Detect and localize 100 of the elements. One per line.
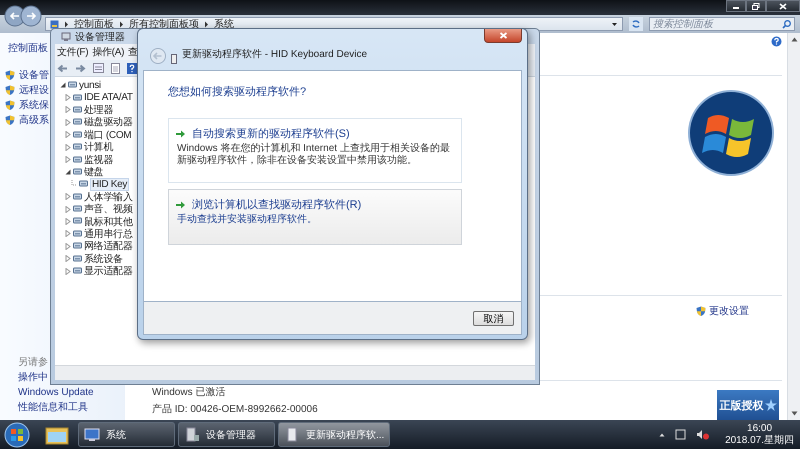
collapsed-arrow-icon[interactable] [65,206,71,213]
nav-link[interactable]: 远程设 [19,82,49,96]
minimize-button[interactable] [726,0,746,12]
chevron-icon [204,20,209,28]
folder-icon[interactable] [45,424,69,444]
device-icon [73,156,82,164]
taskbar-button[interactable]: 系统 [78,422,175,447]
collapsed-arrow-icon[interactable] [65,242,71,250]
collapsed-arrow-icon[interactable] [65,131,71,138]
computer-icon [68,81,77,90]
dropdown-caret-icon [611,22,618,26]
back-arrow-icon[interactable] [57,64,68,72]
device-icon [73,242,82,250]
menu-item[interactable]: 文件(F) [57,45,88,59]
taskbar-button[interactable]: 设备管理器 [178,422,275,447]
window-title: 设备管理器 [75,30,125,44]
back-button-icon[interactable] [150,48,166,64]
tree-item[interactable]: 通用串行总 [84,226,133,241]
device-icon [73,254,82,263]
collapsed-arrow-icon[interactable] [65,268,71,275]
device-icon [73,118,82,126]
tree-item[interactable]: yunsi [79,80,101,91]
nav-link[interactable]: Windows Update [18,385,94,400]
tree-item[interactable]: HID Key [90,178,130,191]
nav-link[interactable]: 设备管 [19,68,49,82]
properties-icon[interactable] [93,63,104,73]
tree-item[interactable]: 人体学输入 [84,190,133,204]
collapsed-arrow-icon[interactable] [65,118,71,126]
action-center-icon[interactable] [675,429,686,440]
expanded-arrow-icon[interactable] [65,168,71,175]
collapsed-arrow-icon[interactable] [65,218,71,225]
collapsed-arrow-icon[interactable] [65,156,71,164]
start-orb-icon[interactable] [4,422,30,448]
breadcrumb-item[interactable]: 控制面板 [74,17,114,31]
tree-item[interactable]: 显示适配器 [84,264,133,278]
nav-link[interactable]: 高级系 [19,112,49,126]
collapsed-arrow-icon[interactable] [65,144,71,151]
device-icon [73,94,82,102]
tree-item[interactable]: 端口 (COM [84,128,132,142]
collapsed-arrow-icon[interactable] [65,230,71,238]
cancel-button[interactable]: 取消 [473,310,514,326]
device-icon [73,130,82,139]
tree-item[interactable]: 鼠标和其他 [84,214,133,228]
option-button[interactable]: 浏览计算机以查找驱动程序软件(R) 手动查找并安装驱动程序软件。 [168,189,462,245]
document-icon[interactable] [111,62,120,74]
show-hidden-icon[interactable] [659,432,666,436]
nav-link[interactable]: 操作中 [18,370,48,385]
breadcrumb-item[interactable]: 所有控制面板项 [129,17,199,31]
search-icon [782,20,791,29]
device-icon [73,230,82,238]
menu-item[interactable]: 操作(A) [92,45,124,59]
tree-item[interactable]: 系统设备 [84,252,123,266]
tree-item[interactable]: 声音、视频 [84,202,133,216]
close-icon [498,32,508,39]
device-icon [73,205,82,214]
restore-button[interactable] [746,0,766,12]
dialog-heading: 您想如何搜索驱动程序软件? [168,84,308,99]
device-icon [171,54,177,64]
tree-item[interactable]: 处理器 [84,102,114,117]
forward-arrow-icon[interactable] [75,64,86,72]
dialog-title: 更新驱动程序软件 - HID Keyboard Device [182,48,368,62]
refresh-icon[interactable] [629,17,643,31]
expanded-arrow-icon[interactable] [60,82,66,88]
scroll-down-icon [790,411,798,416]
option-button[interactable]: 自动搜索更新的驱动程序软件(S) Windows 将在您的计算机和 Internet 上查找用于相关设备的最新驱动程序软件，除非在设备安装设置中禁用该功能。 [168,118,462,183]
scrollbar[interactable] [787,33,800,420]
nav-link[interactable]: 系统保 [19,98,49,112]
nav-link[interactable]: 控制面板 [8,41,48,55]
breadcrumb-item[interactable]: 系统 [214,17,234,31]
close-button[interactable] [484,29,522,43]
close-button[interactable] [766,0,800,12]
change-settings-link[interactable]: 更改设置 [696,304,749,318]
clock[interactable]: 16:00 2018.07.星期四 [725,422,794,446]
collapsed-arrow-icon[interactable] [65,106,71,114]
shield-icon [696,306,706,316]
tree-item[interactable]: IDE ATA/AT [84,92,133,104]
tree-item[interactable]: 监视器 [84,152,114,167]
help-icon[interactable] [127,62,137,74]
taskbar-button[interactable]: 更新驱动程序软... [278,422,390,447]
tree-item[interactable]: 计算机 [84,140,114,154]
chevron-icon [119,20,124,28]
help-icon [771,36,782,47]
collapsed-arrow-icon[interactable] [65,255,71,262]
speaker-muted-icon[interactable] [696,429,710,440]
genuine-badge[interactable]: 正版授权 [717,390,779,420]
search-field[interactable]: 搜索控制面板 [649,17,795,31]
menu-item[interactable]: 查 [128,45,138,59]
option-description: 手动查找并安装驱动程序软件。 [176,214,318,226]
tree-item[interactable]: 键盘 [84,164,104,179]
star-icon [764,399,776,411]
shield-icon [5,114,15,124]
collapsed-arrow-icon[interactable] [65,193,71,200]
tree-item[interactable]: 网络适配器 [84,239,133,254]
device-manager-icon [61,32,71,42]
collapsed-arrow-icon[interactable] [65,94,71,102]
device-icon [73,143,82,152]
arrow-icon [175,128,186,138]
nav-link[interactable]: 性能信息和工具 [18,400,88,415]
tree-item[interactable]: 磁盘驱动器 [84,115,133,130]
scroll-up-icon [790,37,798,42]
